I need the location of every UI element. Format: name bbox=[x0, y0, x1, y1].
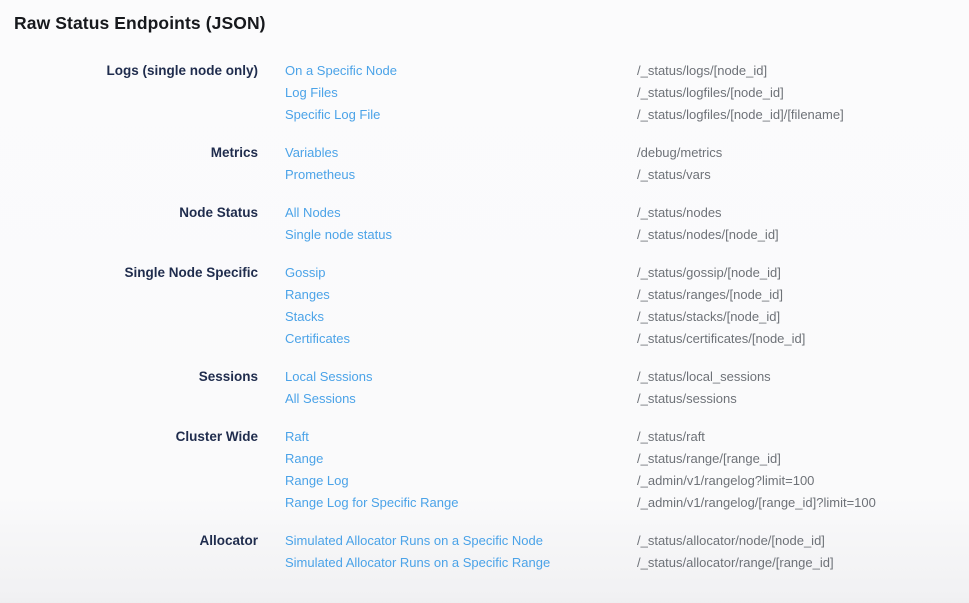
endpoint-path: /_admin/v1/rangelog?limit=100 bbox=[637, 470, 814, 492]
endpoint-path: /_status/logs/[node_id] bbox=[637, 60, 767, 82]
endpoint-link[interactable]: Single node status bbox=[285, 224, 637, 246]
category-label: Node Status bbox=[14, 202, 258, 224]
endpoint-row: Log Files /_status/logfiles/[node_id] bbox=[285, 82, 955, 104]
endpoint-path: /_status/allocator/range/[range_id] bbox=[637, 552, 834, 574]
endpoint-path: /_status/range/[range_id] bbox=[637, 448, 781, 470]
endpoint-row: Prometheus /_status/vars bbox=[285, 164, 955, 186]
category-label: Sessions bbox=[14, 366, 258, 388]
endpoint-link[interactable]: Simulated Allocator Runs on a Specific N… bbox=[285, 530, 637, 552]
endpoint-link[interactable]: Raft bbox=[285, 426, 637, 448]
endpoint-row: On a Specific Node /_status/logs/[node_i… bbox=[285, 60, 955, 82]
endpoint-section: Sessions Local Sessions /_status/local_s… bbox=[14, 366, 955, 410]
endpoint-row: All Sessions /_status/sessions bbox=[285, 388, 955, 410]
endpoint-path: /_status/nodes/[node_id] bbox=[637, 224, 779, 246]
endpoint-row: Variables /debug/metrics bbox=[285, 142, 955, 164]
endpoint-row: Certificates /_status/certificates/[node… bbox=[285, 328, 955, 350]
endpoint-row: Range Log /_admin/v1/rangelog?limit=100 bbox=[285, 470, 955, 492]
endpoint-link[interactable]: Ranges bbox=[285, 284, 637, 306]
endpoint-row: Ranges /_status/ranges/[node_id] bbox=[285, 284, 955, 306]
endpoint-path: /_status/sessions bbox=[637, 388, 737, 410]
category-label: Metrics bbox=[14, 142, 258, 164]
endpoint-row: Single node status /_status/nodes/[node_… bbox=[285, 224, 955, 246]
category-label: Single Node Specific bbox=[14, 262, 258, 284]
endpoint-link[interactable]: Range bbox=[285, 448, 637, 470]
endpoint-link[interactable]: Gossip bbox=[285, 262, 637, 284]
endpoint-row: Simulated Allocator Runs on a Specific R… bbox=[285, 552, 955, 574]
endpoint-link[interactable]: Log Files bbox=[285, 82, 637, 104]
endpoint-section: Cluster Wide Raft /_status/raft Range /_… bbox=[14, 426, 955, 514]
endpoint-sections: Logs (single node only) On a Specific No… bbox=[14, 60, 955, 574]
endpoint-path: /_status/logfiles/[node_id] bbox=[637, 82, 784, 104]
endpoint-path: /_status/vars bbox=[637, 164, 711, 186]
endpoint-row: Gossip /_status/gossip/[node_id] bbox=[285, 262, 955, 284]
endpoint-link[interactable]: All Sessions bbox=[285, 388, 637, 410]
endpoint-link[interactable]: Simulated Allocator Runs on a Specific R… bbox=[285, 552, 637, 574]
page-title: Raw Status Endpoints (JSON) bbox=[14, 13, 955, 34]
endpoint-link[interactable]: Stacks bbox=[285, 306, 637, 328]
endpoint-link[interactable]: On a Specific Node bbox=[285, 60, 637, 82]
endpoint-section: Single Node Specific Gossip /_status/gos… bbox=[14, 262, 955, 350]
endpoint-link[interactable]: Local Sessions bbox=[285, 366, 637, 388]
category-label: Logs (single node only) bbox=[14, 60, 258, 82]
endpoint-row: Local Sessions /_status/local_sessions bbox=[285, 366, 955, 388]
endpoint-path: /_status/raft bbox=[637, 426, 705, 448]
endpoint-row: Simulated Allocator Runs on a Specific N… bbox=[285, 530, 955, 552]
endpoint-rows: Simulated Allocator Runs on a Specific N… bbox=[285, 530, 955, 574]
category-label: Cluster Wide bbox=[14, 426, 258, 448]
endpoint-rows: Gossip /_status/gossip/[node_id] Ranges … bbox=[285, 262, 955, 350]
endpoint-path: /_status/gossip/[node_id] bbox=[637, 262, 781, 284]
endpoint-path: /_status/certificates/[node_id] bbox=[637, 328, 805, 350]
endpoint-rows: On a Specific Node /_status/logs/[node_i… bbox=[285, 60, 955, 126]
endpoint-row: Stacks /_status/stacks/[node_id] bbox=[285, 306, 955, 328]
endpoint-link[interactable]: Variables bbox=[285, 142, 637, 164]
endpoint-link[interactable]: Range Log for Specific Range bbox=[285, 492, 637, 514]
debug-endpoints-page: Raw Status Endpoints (JSON) Logs (single… bbox=[0, 0, 969, 603]
endpoint-link[interactable]: All Nodes bbox=[285, 202, 637, 224]
endpoint-row: Raft /_status/raft bbox=[285, 426, 955, 448]
endpoint-path: /_admin/v1/rangelog/[range_id]?limit=100 bbox=[637, 492, 876, 514]
endpoint-section: Node Status All Nodes /_status/nodes Sin… bbox=[14, 202, 955, 246]
endpoint-rows: All Nodes /_status/nodes Single node sta… bbox=[285, 202, 955, 246]
endpoint-rows: Raft /_status/raft Range /_status/range/… bbox=[285, 426, 955, 514]
endpoint-link[interactable]: Prometheus bbox=[285, 164, 637, 186]
endpoint-section: Allocator Simulated Allocator Runs on a … bbox=[14, 530, 955, 574]
endpoint-row: Range /_status/range/[range_id] bbox=[285, 448, 955, 470]
endpoint-row: All Nodes /_status/nodes bbox=[285, 202, 955, 224]
endpoint-section: Metrics Variables /debug/metrics Prometh… bbox=[14, 142, 955, 186]
endpoint-row: Range Log for Specific Range /_admin/v1/… bbox=[285, 492, 955, 514]
endpoint-path: /_status/ranges/[node_id] bbox=[637, 284, 783, 306]
endpoint-link[interactable]: Certificates bbox=[285, 328, 637, 350]
endpoint-path: /_status/stacks/[node_id] bbox=[637, 306, 780, 328]
endpoint-rows: Local Sessions /_status/local_sessions A… bbox=[285, 366, 955, 410]
endpoint-section: Logs (single node only) On a Specific No… bbox=[14, 60, 955, 126]
endpoint-path: /_status/allocator/node/[node_id] bbox=[637, 530, 825, 552]
endpoint-path: /_status/nodes bbox=[637, 202, 722, 224]
endpoint-link[interactable]: Specific Log File bbox=[285, 104, 637, 126]
endpoint-path: /debug/metrics bbox=[637, 142, 722, 164]
endpoint-link[interactable]: Range Log bbox=[285, 470, 637, 492]
endpoint-row: Specific Log File /_status/logfiles/[nod… bbox=[285, 104, 955, 126]
endpoint-rows: Variables /debug/metrics Prometheus /_st… bbox=[285, 142, 955, 186]
endpoint-path: /_status/logfiles/[node_id]/[filename] bbox=[637, 104, 844, 126]
endpoint-path: /_status/local_sessions bbox=[637, 366, 771, 388]
category-label: Allocator bbox=[14, 530, 258, 552]
